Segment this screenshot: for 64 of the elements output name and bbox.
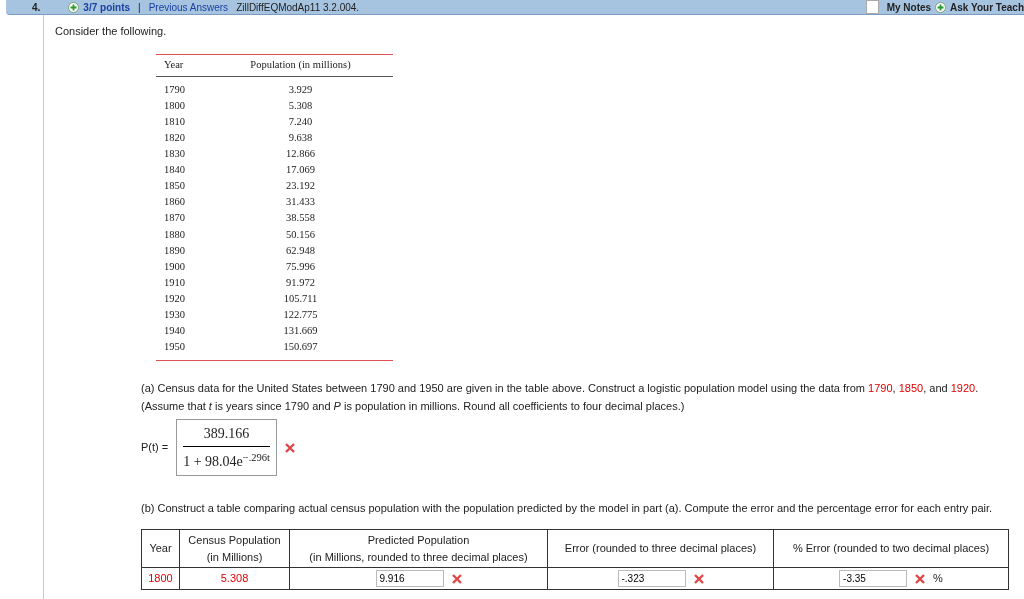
my-notes-link[interactable]: My Notes	[886, 0, 932, 14]
unit-text: %	[933, 571, 943, 587]
ask-teacher-link[interactable]: Ask Your Teach	[950, 0, 1024, 14]
table-cell-text: 1870	[163, 211, 186, 226]
table-cell-text: 62.948	[285, 243, 316, 258]
intro-text: Consider the following.	[55, 24, 168, 39]
table-cell-text: 1940	[163, 324, 186, 339]
table-cell-text: 91.972	[285, 275, 316, 290]
table-cell-text: 12.866	[285, 147, 316, 162]
table-cell-text: 1830	[163, 147, 186, 162]
table-cell-text: 31.433	[285, 195, 316, 210]
separator-text: |	[138, 0, 141, 14]
plus-icon	[68, 1, 80, 13]
question-text: (b) Construct a table comparing actual census population with the population predicted by the model in part (a). Compute the error and the percentage error for each entry pair.	[141, 501, 994, 517]
column-header: Year	[163, 58, 185, 73]
table-cell-text: 23.192	[285, 179, 316, 194]
answer-field[interactable]: 9.916	[375, 570, 444, 588]
table-cell-text: 1840	[163, 163, 186, 178]
table-cell-text: 150.697	[282, 340, 319, 355]
table-cell-text: 1820	[163, 130, 186, 145]
table-cell-text: 9.638	[287, 130, 314, 145]
column-header: Population (in millions)	[249, 58, 352, 73]
previous-answers-link[interactable]: Previous Answers	[148, 0, 229, 14]
table-cell-text: 1880	[163, 227, 186, 242]
table-cell-text: 122.775	[282, 308, 319, 322]
column-header: Census Population	[187, 533, 282, 549]
question-text: (a) Census data for the United States between 1790 and 1950 are given in the table above. Construct a logistic population model using the data from 1790, 1850, and 1920. (Assume that t is years since 1790 and P is population in millions. Round all coefficients to four decimal places.)	[141, 381, 980, 415]
table-cell-text: 7.240	[287, 114, 314, 129]
table-cell-text: 1800	[163, 98, 186, 113]
problem-id: ZillDiffEQModAp11 3.2.004.	[236, 0, 360, 14]
table-cell-text: 1890	[163, 243, 186, 258]
table-cell-text: 1920	[163, 291, 186, 306]
column-header: % Error (rounded to two decimal places)	[791, 541, 991, 557]
table-cell-text: 1850	[163, 179, 186, 194]
answer-field[interactable]: -3.35	[839, 570, 908, 588]
question-number: 4.	[32, 0, 41, 14]
table-cell: 5.308	[179, 567, 290, 590]
table-cell: 1800	[141, 567, 180, 590]
table-cell-text: 50.156	[285, 227, 316, 242]
table-cell-text: 1810	[163, 114, 186, 129]
formula-label: P(t) =	[141, 440, 169, 456]
table-cell-text: 5.308	[287, 98, 314, 113]
table-cell-text: 1950	[163, 340, 186, 355]
table-cell-text: 1930	[163, 308, 186, 322]
table-cell-text: 105.711	[282, 291, 319, 306]
answer-field[interactable]: -.323	[617, 570, 686, 588]
points-link[interactable]: 3/7 points	[83, 0, 131, 14]
plus-icon	[935, 1, 947, 13]
table-cell-text: 1790	[163, 82, 186, 97]
table-cell-text: 3.929	[287, 82, 314, 97]
notes-checkbox[interactable]	[865, 0, 879, 14]
column-header: Predicted Population	[366, 533, 471, 549]
table-cell-text: 131.669	[282, 324, 319, 339]
column-header: Year	[148, 541, 173, 557]
column-header: Error (rounded to three decimal places)	[563, 541, 758, 557]
table-cell-text: 17.069	[285, 163, 316, 178]
table-cell-text: 1860	[163, 195, 186, 210]
column-header: (in Millions, rounded to three decimal places)	[308, 549, 529, 565]
table-cell-text: 1900	[163, 259, 186, 274]
column-header: (in Millions)	[205, 549, 264, 565]
answer-formula[interactable]: 389.166 1 + 98.04e$^{−.296t}$	[176, 419, 278, 477]
table-cell-text: 75.996	[285, 259, 316, 274]
table-cell-text: 1910	[163, 275, 186, 290]
table-cell-text: 38.558	[285, 211, 316, 226]
